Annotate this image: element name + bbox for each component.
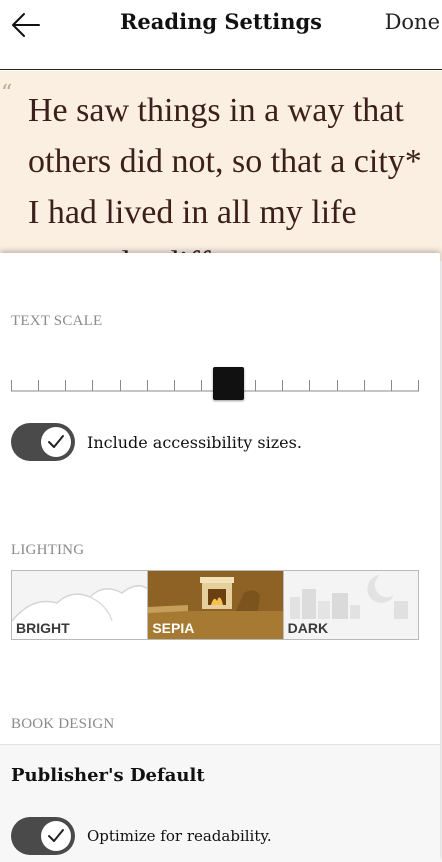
book-design-label: BOOK DESIGN <box>11 716 115 732</box>
text-scale-label: TEXT SCALE <box>11 313 103 329</box>
slider-thumb[interactable] <box>213 367 244 400</box>
readability-toggle-label: Optimize for readability. <box>87 827 272 845</box>
quote-mark: “ <box>1 81 13 106</box>
accessibility-toggle[interactable] <box>11 423 75 461</box>
lighting-option-bright[interactable]: BRIGHT <box>12 571 148 639</box>
preview-text: He saw things in a way that others did n… <box>28 92 422 261</box>
text-scale-slider[interactable] <box>11 365 419 400</box>
readability-toggle[interactable] <box>11 817 75 855</box>
checkmark-icon <box>48 435 64 448</box>
lighting-label: LIGHTING <box>11 542 85 558</box>
readability-toggle-row: Optimize for readability. <box>11 817 272 855</box>
navigation-bar: Reading Settings Done <box>0 0 442 70</box>
accessibility-toggle-row: Include accessibility sizes. <box>11 423 302 461</box>
done-button[interactable]: Done <box>385 10 440 34</box>
toggle-knob <box>41 427 71 457</box>
lighting-option-sepia[interactable]: SEPIA <box>147 571 283 639</box>
accessibility-toggle-label: Include accessibility sizes. <box>87 432 302 452</box>
lighting-sepia-label: SEPIA <box>152 620 195 636</box>
design-selection[interactable]: Publisher's Default <box>11 765 205 786</box>
toggle-knob <box>41 821 71 851</box>
book-design-panel: Publisher's Default Optimize for readabi… <box>0 744 440 862</box>
book-text-preview: “ He saw things in a way that others did… <box>0 71 442 261</box>
checkmark-icon <box>48 829 64 842</box>
lighting-dark-label: DARK <box>287 620 329 636</box>
settings-sheet: TEXT SCALE Include accessibility sizes. … <box>0 253 440 862</box>
lighting-bright-label: BRIGHT <box>16 620 70 636</box>
page-title: Reading Settings <box>119 9 323 34</box>
lighting-option-dark[interactable]: DARK <box>282 571 418 639</box>
lighting-selector: BRIGHT SEPIA DARK <box>11 570 419 640</box>
